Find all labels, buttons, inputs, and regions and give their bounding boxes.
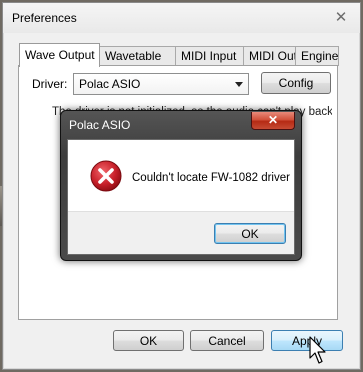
- ok-button[interactable]: OK: [113, 330, 184, 351]
- window-title: Preferences: [12, 11, 77, 25]
- tab-engine[interactable]: Engine: [295, 46, 339, 66]
- chevron-down-icon: [235, 82, 243, 87]
- dialog-title: Polac ASIO: [69, 118, 131, 132]
- error-dialog: Polac ASIO ✕ Couldn't locate FW-1082 dri…: [60, 110, 302, 261]
- dialog-close-button[interactable]: ✕: [251, 112, 295, 130]
- config-button[interactable]: Config: [261, 72, 331, 94]
- apply-button[interactable]: Apply: [271, 330, 343, 351]
- driver-label: Driver:: [32, 77, 68, 91]
- dialog-body: Couldn't locate FW-1082 driver OK: [67, 139, 295, 255]
- mouse-cursor-icon: [309, 336, 326, 364]
- title-bar: Preferences ✕: [3, 3, 360, 33]
- tab-wavetable[interactable]: Wavetable: [99, 46, 176, 66]
- close-icon[interactable]: ✕: [330, 10, 352, 26]
- error-icon: [90, 160, 122, 192]
- cancel-button[interactable]: Cancel: [190, 330, 264, 351]
- driver-select-value: Polac ASIO: [79, 77, 141, 91]
- tab-wave-output[interactable]: Wave Output: [19, 43, 100, 67]
- tab-midi-input[interactable]: MIDI Input: [175, 46, 244, 66]
- dialog-ok-button[interactable]: OK: [214, 223, 286, 244]
- dialog-message: Couldn't locate FW-1082 driver: [132, 172, 290, 184]
- driver-select[interactable]: Polac ASIO: [73, 73, 249, 95]
